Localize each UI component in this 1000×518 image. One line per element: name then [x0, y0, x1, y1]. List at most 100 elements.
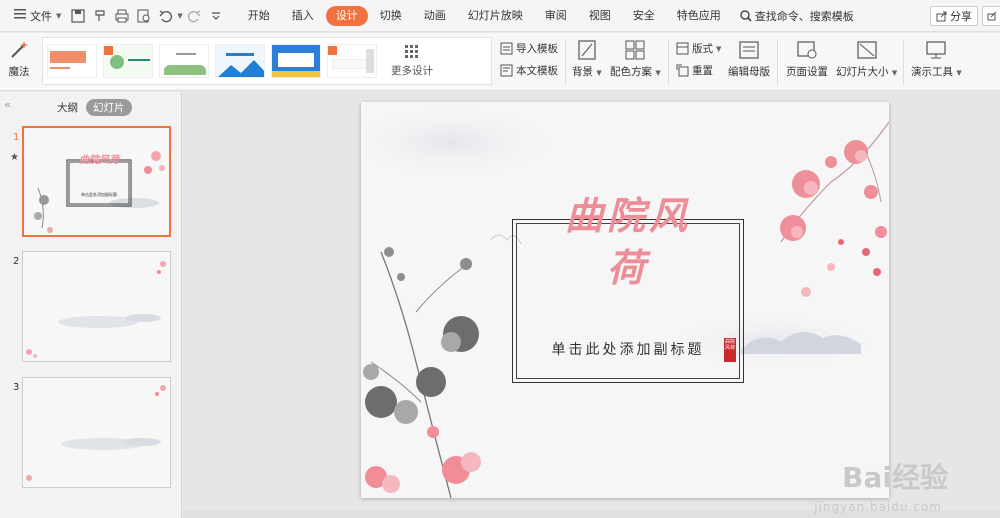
template-thumbnail[interactable]	[47, 44, 97, 78]
undo-icon[interactable]	[157, 7, 175, 25]
slide-1[interactable]: 曲院风 荷 单击此处添加副标题 曲院风荷	[361, 102, 889, 498]
slide-thumbnail-art	[24, 128, 169, 235]
search-label: 查找命令、搜索模板	[754, 9, 854, 23]
text-template-button[interactable]: 本文模板	[500, 63, 558, 78]
tab-design[interactable]: 设计	[325, 5, 368, 26]
edit-master-button[interactable]: 编辑母版	[728, 39, 770, 79]
watermark-logo: Bai经验	[842, 461, 948, 494]
redo-icon[interactable]	[185, 7, 203, 25]
tab-insert[interactable]: 插入	[282, 6, 324, 26]
slide-size-button[interactable]: 幻灯片大小 ▼	[836, 39, 897, 79]
undo-dropdown-icon[interactable]: ▼	[177, 12, 182, 20]
chevron-down-icon: ▼	[891, 69, 898, 77]
tab-start[interactable]: 开始	[238, 6, 280, 26]
divider	[903, 39, 904, 85]
color-scheme-button[interactable]: 配色方案 ▼	[610, 39, 661, 79]
slide-thumbnail-2[interactable]	[22, 251, 171, 362]
title-bar: 文件 ▼ ▼ 开始 插入 设计 切换 动画 幻灯片放映 审阅 视图 安全 特色应…	[0, 0, 1000, 32]
more-designs-button[interactable]: 更多设计	[391, 44, 433, 78]
import-template-label: 导入模板	[516, 43, 558, 55]
slide-title-line-1: 曲院风	[564, 193, 691, 238]
grid-icon	[405, 44, 418, 58]
slide-number: 2	[13, 256, 20, 267]
share-icon	[987, 11, 996, 21]
thumb-title: 曲院风荷	[79, 155, 119, 166]
slide-title[interactable]: 曲院风 荷	[521, 190, 735, 294]
slide-thumbnail-3[interactable]	[22, 377, 171, 488]
page-setup-label: 页面设置	[786, 66, 828, 78]
magic-label: 魔法	[8, 66, 30, 78]
background-label: 背景	[572, 66, 593, 78]
share-label: 分享	[950, 10, 972, 23]
slide-number: 3	[13, 382, 20, 393]
collapse-panel-icon[interactable]: «	[4, 98, 11, 111]
overflow-button[interactable]	[982, 6, 1000, 26]
tab-slides[interactable]: 幻灯片	[86, 99, 132, 116]
layout-button[interactable]: 版式 ▼	[676, 41, 721, 56]
divider	[777, 39, 778, 85]
import-template-button[interactable]: 导入模板	[500, 41, 558, 56]
chevron-down-icon: ▼	[56, 11, 62, 20]
star-icon: ★	[10, 152, 19, 163]
slide-size-label: 幻灯片大小	[836, 66, 889, 78]
premium-badge-icon	[328, 46, 337, 55]
slides-panel: « 大纲 幻灯片 1 ★ 曲院风荷 单击此处添加副标题 2 3	[0, 92, 182, 518]
reset-label: 重置	[692, 65, 713, 77]
background-button[interactable]: 背景 ▼	[572, 39, 602, 79]
text-template-label: 本文模板	[516, 65, 558, 77]
text-template-icon	[500, 64, 513, 77]
template-thumbnail[interactable]	[271, 44, 321, 78]
tab-animation[interactable]: 动画	[414, 6, 456, 26]
save-icon[interactable]	[69, 7, 87, 25]
reset-button[interactable]: 重置	[676, 63, 713, 78]
presentation-tools-button[interactable]: 演示工具 ▼	[911, 39, 962, 79]
file-menu-button[interactable]: 文件 ▼	[8, 4, 67, 28]
slide-number: 1	[13, 132, 20, 143]
slide-thumbnail-1[interactable]: 曲院风荷 单击此处添加副标题	[22, 126, 171, 237]
chevron-down-icon: ▼	[956, 69, 962, 77]
print-preview-icon[interactable]	[135, 7, 153, 25]
tab-transition[interactable]: 切换	[370, 6, 412, 26]
slide-thumbnail-art	[23, 378, 170, 487]
template-thumbnail[interactable]	[215, 44, 265, 78]
print-icon[interactable]	[113, 7, 131, 25]
hamburger-icon	[14, 9, 26, 22]
layout-label: 版式	[692, 43, 713, 55]
template-gallery: 更多设计	[42, 37, 492, 85]
chevron-down-icon: ▼	[655, 69, 661, 77]
panel-header: « 大纲 幻灯片	[0, 92, 181, 120]
slide-title-line-2: 荷	[606, 245, 649, 290]
tab-security[interactable]: 安全	[623, 6, 665, 26]
file-menu-label: 文件	[30, 9, 52, 23]
share-icon	[936, 11, 947, 21]
template-thumbnail[interactable]	[327, 44, 377, 78]
tab-review[interactable]: 审阅	[535, 6, 577, 26]
tab-outline[interactable]: 大纲	[50, 99, 85, 116]
chevron-down-icon: ▼	[596, 69, 602, 77]
magic-wand-icon	[8, 39, 30, 61]
template-thumbnail[interactable]	[159, 44, 209, 78]
customize-toolbar-icon[interactable]	[207, 7, 225, 25]
layout-icon	[676, 42, 689, 55]
share-button[interactable]: 分享	[930, 6, 978, 26]
tab-special[interactable]: 特色应用	[667, 6, 731, 26]
import-template-icon	[500, 42, 513, 55]
more-designs-label: 更多设计	[391, 64, 433, 77]
template-thumbnail[interactable]	[103, 44, 153, 78]
tab-view[interactable]: 视图	[579, 6, 621, 26]
presentation-tools-label: 演示工具	[911, 66, 953, 78]
slide-size-icon	[856, 39, 878, 61]
color-scheme-label: 配色方案	[610, 66, 652, 78]
search-icon	[740, 9, 752, 22]
tab-slideshow[interactable]: 幻灯片放映	[458, 6, 533, 26]
command-search[interactable]: 查找命令、搜索模板	[740, 8, 854, 24]
magic-button[interactable]: 魔法	[6, 39, 32, 79]
format-painter-icon[interactable]	[91, 7, 109, 25]
presentation-tools-icon	[925, 39, 947, 61]
chevron-down-icon: ▼	[716, 44, 722, 53]
slide-editor-canvas[interactable]: 曲院风 荷 单击此处添加副标题 曲院风荷	[183, 92, 1000, 518]
slide-subtitle-placeholder[interactable]: 单击此处添加副标题	[521, 339, 735, 359]
color-scheme-icon	[624, 39, 646, 61]
design-ribbon: 魔法 更多设计 导入模板 本文模板 背景 ▼ 配色方案 ▼ 版式 ▼ 重置 编辑…	[0, 33, 1000, 91]
page-setup-button[interactable]: 页面设置	[786, 39, 828, 79]
